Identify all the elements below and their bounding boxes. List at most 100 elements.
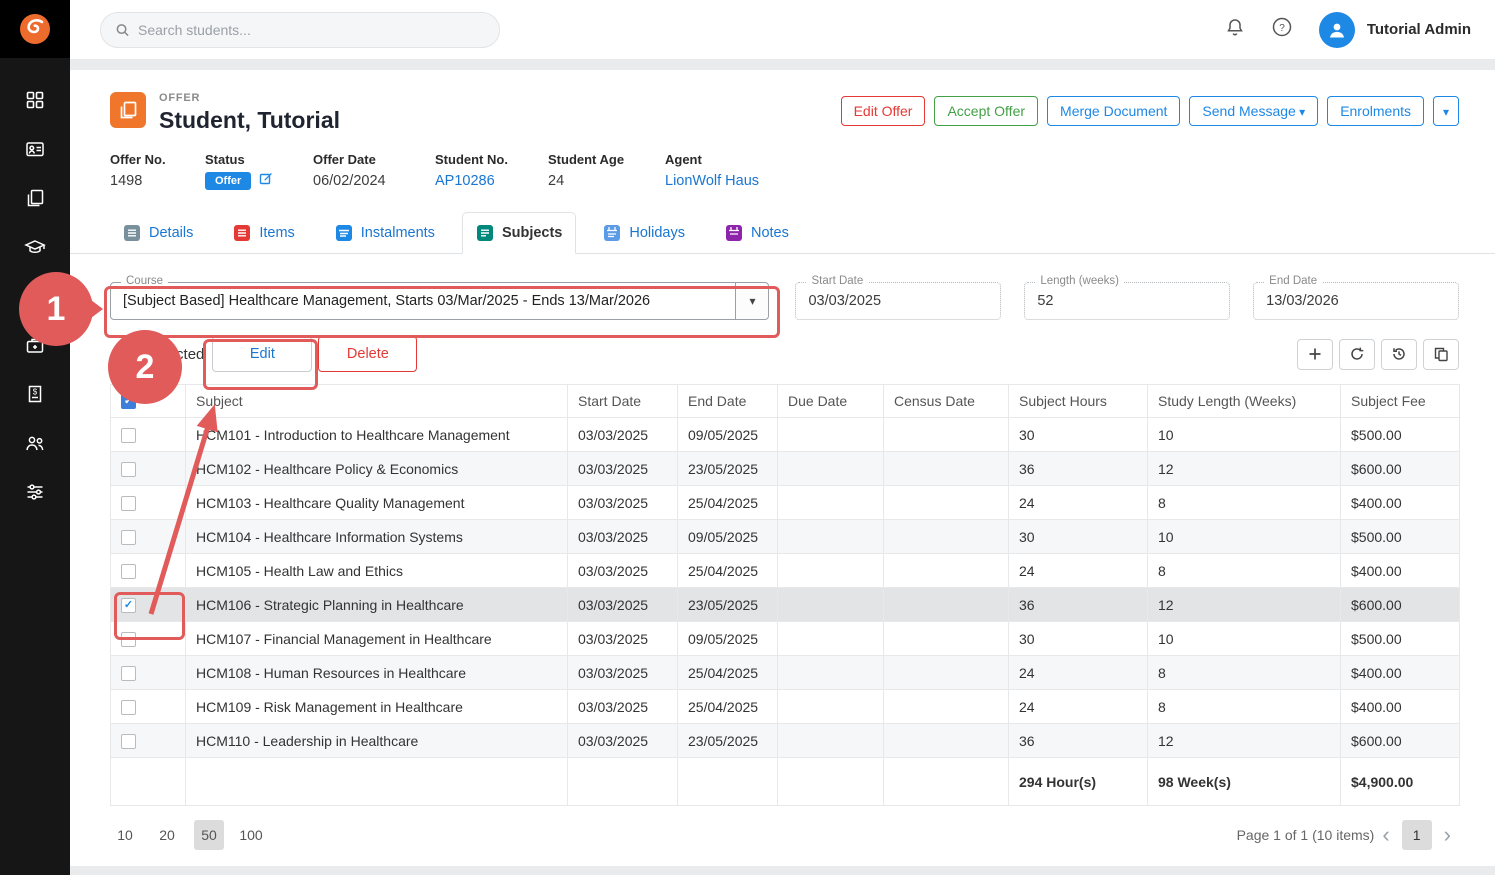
student-age-label: Student Age [548, 152, 635, 167]
row-checkbox[interactable] [121, 632, 136, 647]
table-row[interactable]: HCM110 - Leadership in Healthcare03/03/2… [111, 724, 1460, 758]
students-icon[interactable] [25, 139, 45, 159]
courses-icon[interactable] [24, 237, 46, 257]
help-icon[interactable]: ? [1271, 16, 1293, 43]
row-checkbox[interactable] [121, 462, 136, 477]
cell-start: 03/03/2025 [568, 690, 678, 724]
table-row[interactable]: HCM108 - Human Resources in Healthcare03… [111, 656, 1460, 690]
cell-census [884, 588, 1009, 622]
chevron-down-icon[interactable] [735, 283, 768, 319]
total-weeks: 98 Week(s) [1148, 758, 1341, 806]
merge-document-button[interactable]: Merge Document [1047, 96, 1180, 126]
cell-due [778, 656, 884, 690]
tab-notes[interactable]: Notes [712, 212, 802, 253]
cell-subject: HCM108 - Human Resources in Healthcare [186, 656, 568, 690]
cell-hours: 30 [1009, 418, 1148, 452]
cell-subject: HCM107 - Financial Management in Healthc… [186, 622, 568, 656]
cell-hours: 30 [1009, 520, 1148, 554]
row-checkbox[interactable] [121, 734, 136, 749]
page-size-10[interactable]: 10 [110, 820, 140, 850]
cell-start: 03/03/2025 [568, 724, 678, 758]
search-input[interactable] [138, 22, 485, 38]
tab-items[interactable]: Items [220, 212, 307, 253]
row-checkbox[interactable] [121, 666, 136, 681]
page-1-button[interactable]: 1 [1402, 820, 1432, 850]
history-button[interactable] [1381, 339, 1417, 370]
offers-icon[interactable] [25, 188, 45, 208]
table-row[interactable]: HCM104 - Healthcare Information Systems0… [111, 520, 1460, 554]
sidebar-nav: $ [0, 58, 70, 502]
next-page-icon[interactable]: › [1444, 820, 1451, 850]
employers-icon[interactable] [25, 335, 45, 355]
user-menu[interactable]: Tutorial Admin [1319, 12, 1471, 48]
agent-link[interactable]: LionWolf Haus [665, 173, 759, 189]
edit-status-icon[interactable] [259, 171, 273, 190]
table-row[interactable]: HCM102 - Healthcare Policy & Economics03… [111, 452, 1460, 486]
page-size-20[interactable]: 20 [152, 820, 182, 850]
details-tab-icon [123, 224, 141, 242]
cell-weeks: 12 [1148, 724, 1341, 758]
add-subject-button[interactable] [1297, 339, 1333, 370]
copy-button[interactable] [1423, 339, 1459, 370]
tab-subjects-label: Subjects [502, 225, 562, 241]
dashboard-icon[interactable] [25, 90, 45, 110]
cell-subject: HCM102 - Healthcare Policy & Economics [186, 452, 568, 486]
course-select[interactable]: Course [Subject Based] Healthcare Manage… [110, 282, 769, 320]
cell-census [884, 520, 1009, 554]
table-header-row: Subject Start Date End Date Due Date Cen… [111, 385, 1460, 418]
enrolments-button[interactable]: Enrolments [1327, 96, 1424, 126]
table-row[interactable]: HCM109 - Risk Management in Healthcare03… [111, 690, 1460, 724]
send-message-button[interactable]: Send Message [1189, 96, 1318, 126]
table-row[interactable]: HCM107 - Financial Management in Healthc… [111, 622, 1460, 656]
table-row[interactable]: HCM105 - Health Law and Ethics03/03/2025… [111, 554, 1460, 588]
edit-button[interactable]: Edit [212, 336, 312, 372]
row-checkbox[interactable] [121, 496, 136, 511]
student-age-value: 24 [548, 173, 635, 189]
student-no-link[interactable]: AP10286 [435, 173, 518, 189]
avatar [1319, 12, 1355, 48]
cell-hours: 24 [1009, 554, 1148, 588]
invoices-icon[interactable]: $ [25, 384, 45, 404]
pagination: 10 20 50 100 Page 1 of 1 (10 items) ‹ 1 … [110, 818, 1459, 852]
subjects-tab-icon [476, 224, 494, 242]
page-info: Page 1 of 1 (10 items) [1237, 827, 1375, 843]
cell-start: 03/03/2025 [568, 656, 678, 690]
settings-icon[interactable] [25, 482, 45, 502]
tab-details[interactable]: Details [110, 212, 206, 253]
refresh-button[interactable] [1339, 339, 1375, 370]
page-size-100[interactable]: 100 [236, 820, 266, 850]
cell-due [778, 486, 884, 520]
cell-hours: 30 [1009, 622, 1148, 656]
cell-end: 25/04/2025 [678, 554, 778, 588]
table-row[interactable]: HCM101 - Introduction to Healthcare Mana… [111, 418, 1460, 452]
row-checkbox[interactable] [121, 428, 136, 443]
cell-hours: 36 [1009, 588, 1148, 622]
offer-info-row: Offer No. 1498 Status Offer Offer Date 0… [70, 134, 1495, 190]
prev-page-icon[interactable]: ‹ [1382, 820, 1389, 850]
row-checkbox[interactable] [121, 530, 136, 545]
tab-holidays[interactable]: Holidays [590, 212, 698, 253]
app-logo[interactable] [0, 0, 70, 58]
notifications-icon[interactable] [1225, 17, 1245, 43]
accept-offer-button[interactable]: Accept Offer [934, 96, 1038, 126]
cell-fee: $400.00 [1341, 690, 1460, 724]
table-row[interactable]: HCM106 - Strategic Planning in Healthcar… [111, 588, 1460, 622]
delete-button[interactable]: Delete [318, 336, 417, 372]
row-checkbox[interactable] [121, 598, 136, 613]
timetable-icon[interactable] [25, 286, 45, 306]
cell-fee: $600.00 [1341, 588, 1460, 622]
edit-offer-button[interactable]: Edit Offer [841, 96, 926, 126]
tab-subjects[interactable]: Subjects [462, 212, 576, 254]
tab-instalments[interactable]: Instalments [322, 212, 448, 253]
cell-start: 03/03/2025 [568, 554, 678, 588]
cell-hours: 36 [1009, 724, 1148, 758]
page-size-50[interactable]: 50 [194, 820, 224, 850]
col-start-date: Start Date [568, 385, 678, 418]
select-all-checkbox[interactable] [121, 394, 136, 409]
row-checkbox[interactable] [121, 564, 136, 579]
row-checkbox[interactable] [121, 700, 136, 715]
more-actions-button[interactable] [1433, 96, 1459, 126]
agents-icon[interactable] [24, 433, 46, 453]
table-row[interactable]: HCM103 - Healthcare Quality Management03… [111, 486, 1460, 520]
cell-due [778, 588, 884, 622]
